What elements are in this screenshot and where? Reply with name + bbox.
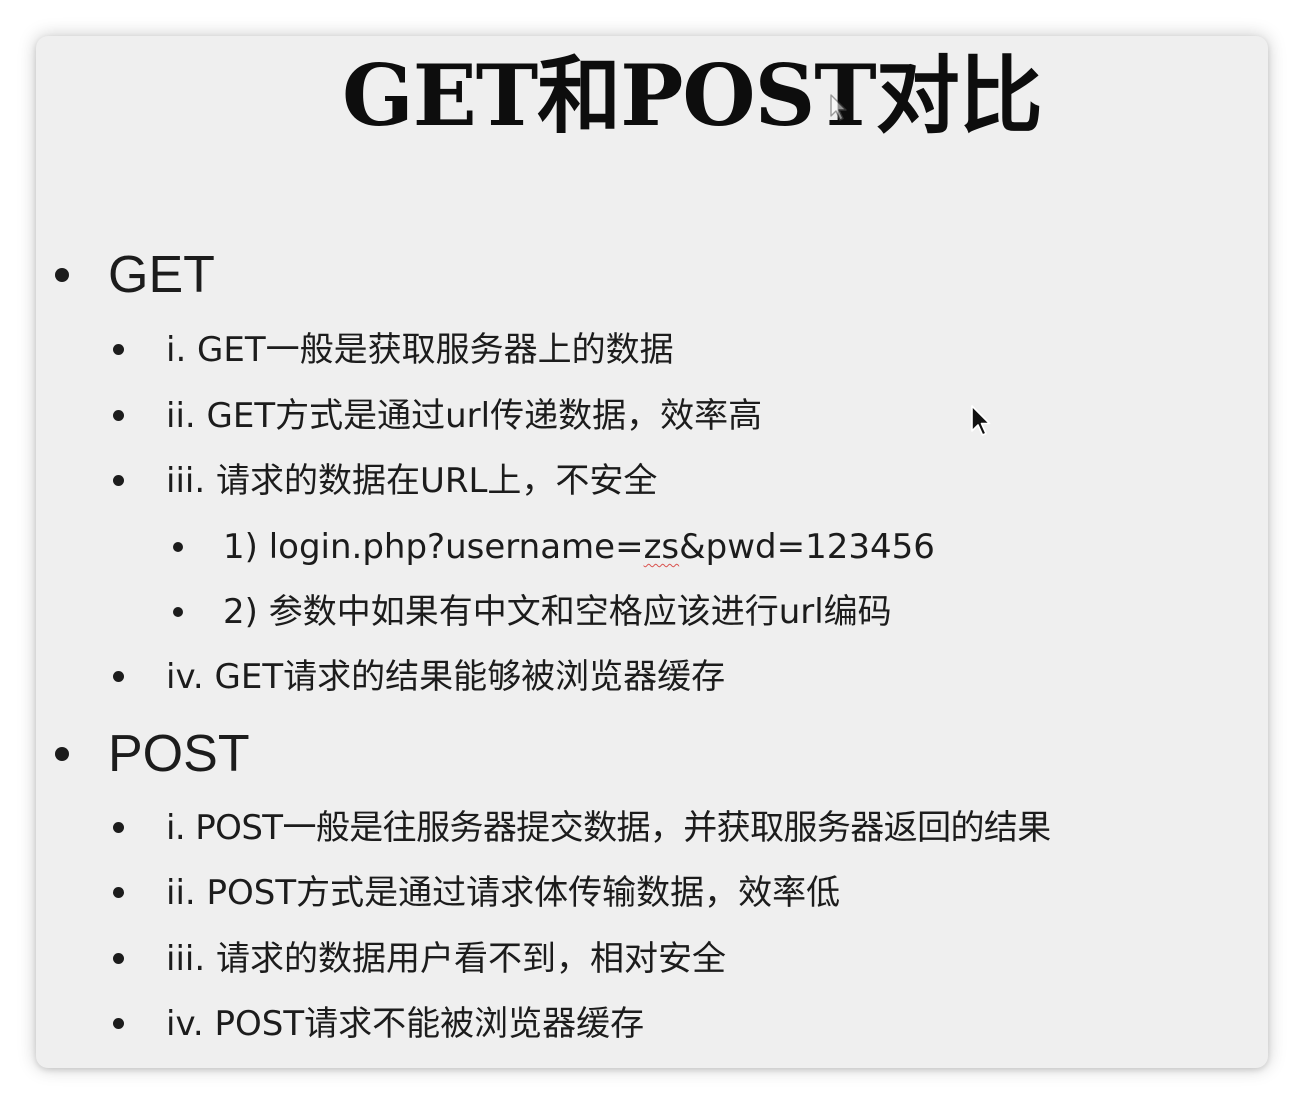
bullet-dot-icon — [113, 344, 124, 355]
get-item-3-text: iii. 请求的数据在URL上，不安全 — [166, 461, 658, 501]
cursor-arrow-icon — [830, 94, 847, 121]
bullet-dot-icon — [113, 671, 124, 682]
bullet-dot-icon — [113, 953, 124, 964]
bullet-dot-icon — [113, 822, 124, 833]
get-heading: GET — [108, 246, 215, 304]
get-item-1-text: i. GET一般是获取服务器上的数据 — [166, 330, 674, 370]
bullet-dot-icon — [113, 887, 124, 898]
slide-title: GET和POST对比 — [342, 46, 1043, 145]
post-heading: POST — [108, 725, 250, 783]
bullet-dot-icon — [113, 475, 124, 486]
subitem-1-suffix: &pwd=123456 — [679, 527, 935, 567]
cursor-arrow-icon — [971, 405, 991, 436]
bullet-dot-icon — [113, 410, 124, 421]
get-subitem-1-text: 1) login.php?username=zs&pwd=123456 — [223, 524, 935, 570]
get-subitem-2-text: 2) 参数中如果有中文和空格应该进行url编码 — [223, 592, 892, 632]
bullet-dot-icon — [55, 268, 69, 282]
bullet-dot-icon — [55, 747, 69, 761]
post-item-1-text: i. POST一般是往服务器提交数据，并获取服务器返回的结果 — [166, 808, 1051, 848]
subitem-1-prefix: 1) login.php?username= — [223, 527, 644, 567]
get-item-2-text: ii. GET方式是通过url传递数据，效率高 — [166, 396, 763, 436]
post-item-4-text: iv. POST请求不能被浏览器缓存 — [166, 1004, 645, 1044]
bullet-dot-icon — [173, 542, 183, 552]
post-item-2-text: ii. POST方式是通过请求体传输数据，效率低 — [166, 873, 841, 913]
get-item-4-text: iv. GET请求的结果能够被浏览器缓存 — [166, 657, 726, 697]
bullet-dot-icon — [173, 607, 183, 617]
spellcheck-flagged-word: zs — [643, 527, 680, 567]
slide: GET和POST对比 GET i. GET一般是获取服务器上的数据 ii. GE… — [36, 36, 1268, 1068]
post-item-3-text: iii. 请求的数据用户看不到，相对安全 — [166, 939, 726, 979]
bullet-dot-icon — [113, 1018, 124, 1029]
